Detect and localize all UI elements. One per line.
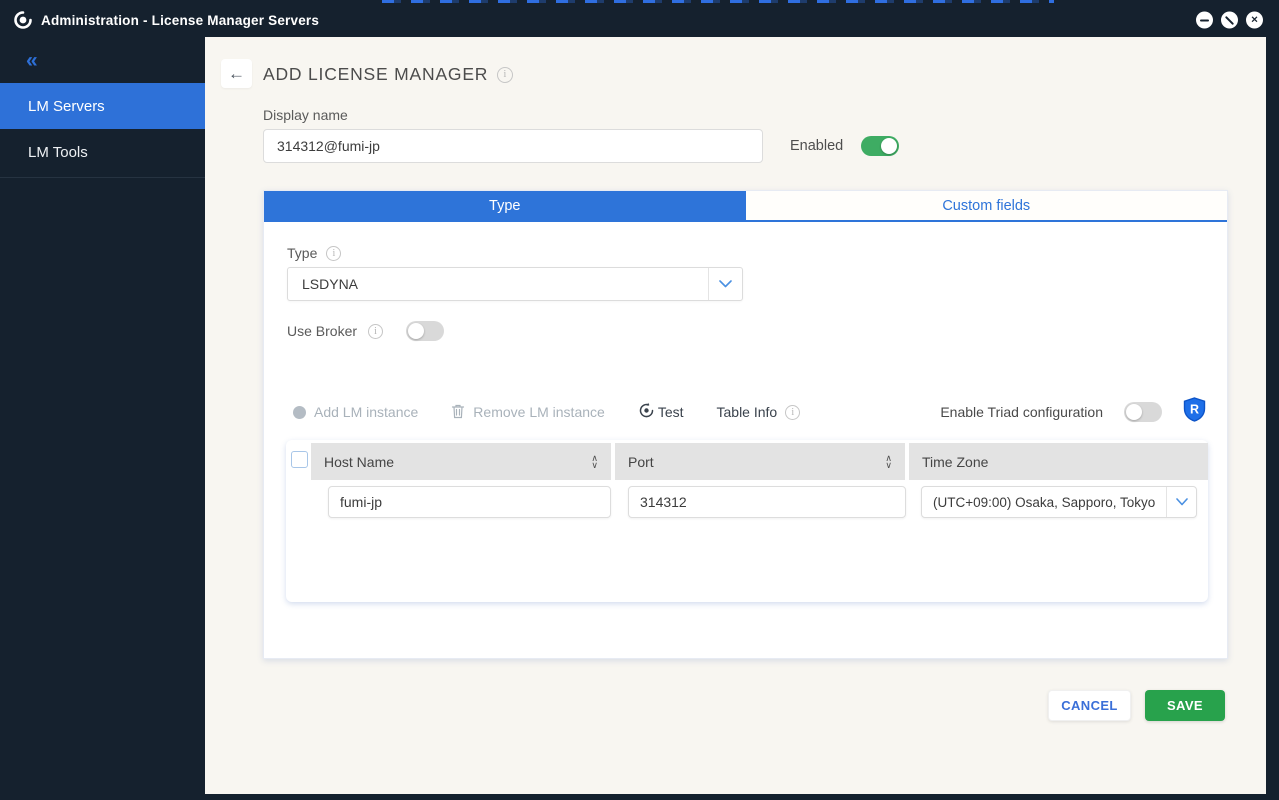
back-button[interactable]: ← <box>221 59 252 88</box>
table-header-row: Host Name ∧∨ Port ∧∨ Time Zone <box>311 443 1208 480</box>
tab-label: Custom fields <box>942 198 1030 214</box>
chevron-down-icon <box>1166 487 1196 517</box>
add-icon <box>293 406 306 419</box>
enabled-control: Enabled <box>790 129 899 163</box>
tab-custom-fields[interactable]: Custom fields <box>746 191 1228 220</box>
type-dropdown-value: LSDYNA <box>288 276 708 292</box>
type-dropdown[interactable]: LSDYNA <box>287 267 743 301</box>
sidebar-collapse-icon[interactable]: « <box>0 37 205 83</box>
column-header-port[interactable]: Port ∧∨ <box>615 443 905 480</box>
enabled-label: Enabled <box>790 138 843 154</box>
table-info-icon[interactable] <box>785 405 800 420</box>
test-button[interactable]: Test <box>638 402 684 422</box>
main-content: ← ADD LICENSE MANAGER Display name Enabl… <box>205 37 1266 794</box>
display-name-label: Display name <box>263 107 348 123</box>
use-broker-toggle[interactable] <box>406 321 444 341</box>
column-label: Host Name <box>324 454 394 470</box>
tab-strip: Type Custom fields <box>264 191 1227 222</box>
restore-icon[interactable] <box>1221 12 1238 29</box>
window-controls: ✕ <box>1196 12 1263 29</box>
tab-panel: Type Custom fields Type LSDYNA <box>263 190 1228 659</box>
page-title: ADD LICENSE MANAGER <box>263 64 513 85</box>
sort-icon[interactable]: ∧∨ <box>591 455 598 468</box>
test-icon <box>638 402 655 422</box>
sidebar-item-lm-servers[interactable]: LM Servers <box>0 83 205 129</box>
triad-controls: Enable Triad configuration R <box>940 400 1206 424</box>
sidebar: « LM Servers LM Tools <box>0 37 205 794</box>
type-info-icon[interactable] <box>326 246 341 261</box>
toggle-knob <box>408 323 424 339</box>
close-icon[interactable]: ✕ <box>1246 12 1263 29</box>
column-label: Port <box>628 454 654 470</box>
cancel-button[interactable]: CANCEL <box>1048 690 1131 721</box>
app-logo-icon <box>14 11 32 29</box>
enabled-toggle[interactable] <box>861 136 899 156</box>
column-label: Time Zone <box>922 454 988 470</box>
test-label: Test <box>658 404 684 420</box>
remove-lm-instance-label: Remove LM instance <box>473 404 605 420</box>
add-lm-instance-label: Add LM instance <box>314 404 418 420</box>
display-name-input[interactable] <box>263 129 763 163</box>
page-title-text: ADD LICENSE MANAGER <box>263 64 488 85</box>
select-all-checkbox[interactable] <box>291 451 308 468</box>
time-zone-dropdown[interactable]: (UTC+09:00) Osaka, Sapporo, Tokyo <box>921 486 1197 518</box>
use-broker-control: Use Broker <box>287 321 444 341</box>
tab-type[interactable]: Type <box>264 191 746 220</box>
app-window: Administration - License Manager Servers… <box>0 0 1279 800</box>
host-name-input[interactable] <box>328 486 611 518</box>
type-field-label: Type <box>287 245 341 261</box>
minimize-icon[interactable] <box>1196 12 1213 29</box>
time-zone-value: (UTC+09:00) Osaka, Sapporo, Tokyo <box>922 495 1166 510</box>
tab-content: Type LSDYNA Use Broker <box>264 222 1227 658</box>
toggle-knob <box>881 138 897 154</box>
tab-label: Type <box>489 198 520 214</box>
title-bar: Administration - License Manager Servers… <box>0 3 1279 37</box>
column-header-host-name[interactable]: Host Name ∧∨ <box>311 443 611 480</box>
chevron-down-icon <box>708 268 742 300</box>
sidebar-item-label: LM Tools <box>28 144 88 161</box>
lm-instance-table: Host Name ∧∨ Port ∧∨ Time Zone <box>286 440 1208 602</box>
sidebar-divider <box>0 177 205 178</box>
triad-toggle[interactable] <box>1124 402 1162 422</box>
use-broker-info-icon[interactable] <box>368 324 383 339</box>
port-input[interactable] <box>628 486 906 518</box>
table-info-label: Table Info <box>717 404 778 420</box>
use-broker-label: Use Broker <box>287 323 357 339</box>
table-toolbar: Add LM instance Remove LM instance <box>293 400 800 424</box>
column-header-time-zone[interactable]: Time Zone <box>909 443 1208 480</box>
trash-icon <box>451 403 465 422</box>
table-info-button[interactable]: Table Info <box>717 404 801 420</box>
triad-label: Enable Triad configuration <box>940 404 1103 420</box>
remove-lm-instance-button[interactable]: Remove LM instance <box>451 403 605 422</box>
sidebar-item-lm-tools[interactable]: LM Tools <box>0 129 205 175</box>
sidebar-item-label: LM Servers <box>28 98 105 115</box>
sort-icon[interactable]: ∧∨ <box>885 455 892 468</box>
add-lm-instance-button[interactable]: Add LM instance <box>293 404 418 420</box>
toggle-knob <box>1126 404 1142 420</box>
type-label-text: Type <box>287 245 317 261</box>
back-arrow-icon: ← <box>228 64 245 84</box>
window-title: Administration - License Manager Servers <box>41 13 319 28</box>
svg-text:R: R <box>1190 403 1199 417</box>
page-title-info-icon[interactable] <box>497 67 513 83</box>
triad-shield-badge-icon[interactable]: R <box>1183 397 1206 427</box>
save-button[interactable]: SAVE <box>1145 690 1225 721</box>
